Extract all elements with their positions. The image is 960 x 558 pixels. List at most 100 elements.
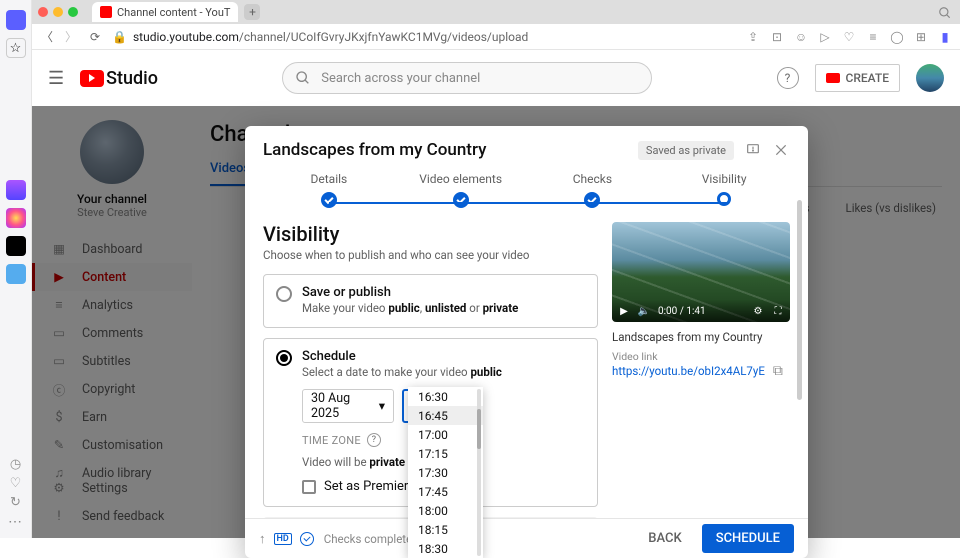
new-tab-button[interactable]: + bbox=[244, 4, 260, 20]
os-heart-icon[interactable]: ♡ bbox=[10, 476, 22, 491]
time-option[interactable]: 18:15 bbox=[408, 520, 483, 539]
time-option[interactable]: 18:00 bbox=[408, 501, 483, 520]
heart-icon[interactable]: ♡ bbox=[842, 30, 856, 44]
profile-icon[interactable]: ◯ bbox=[890, 30, 904, 44]
feedback-icon[interactable] bbox=[744, 141, 762, 159]
stepper: Details Video elements Checks Visibility bbox=[245, 170, 808, 216]
hd-badge: HD bbox=[274, 533, 292, 545]
camera-icon[interactable]: ⊡ bbox=[770, 30, 784, 44]
time-option[interactable]: 17:00 bbox=[408, 425, 483, 444]
smile-icon[interactable]: ☺ bbox=[794, 30, 808, 44]
url-host: studio.youtube.com bbox=[133, 30, 239, 44]
save-publish-title: Save or publish bbox=[302, 285, 518, 300]
modal-title: Landscapes from my Country bbox=[263, 140, 628, 160]
app-menu-icon[interactable]: ▮ bbox=[938, 30, 952, 44]
studio-logo[interactable]: Studio bbox=[80, 68, 158, 89]
search-icon bbox=[295, 70, 311, 86]
video-time: 0:00 / 1:41 bbox=[658, 306, 706, 317]
modal-scrollbar[interactable] bbox=[797, 200, 802, 520]
preview-title: Landscapes from my Country bbox=[612, 330, 790, 344]
time-option[interactable]: 18:30 bbox=[408, 539, 483, 558]
lock-icon: 🔒 bbox=[112, 30, 127, 44]
timezone-label: TIME ZONE bbox=[302, 434, 361, 447]
saved-badge: Saved as private bbox=[638, 141, 734, 160]
premiere-checkbox[interactable] bbox=[302, 480, 316, 494]
youtube-favicon bbox=[100, 6, 112, 18]
time-option[interactable]: 17:45 bbox=[408, 482, 483, 501]
upload-modal: Landscapes from my Country Saved as priv… bbox=[245, 126, 808, 558]
browser-toolbar: 〈 〉 ⟳ 🔒 studio.youtube.com/channel/UCoIf… bbox=[32, 24, 960, 50]
back-icon[interactable]: 〈 bbox=[40, 30, 54, 44]
record-icon bbox=[826, 73, 840, 83]
os-bookmark[interactable]: ☆ bbox=[6, 38, 26, 58]
schedule-button[interactable]: SCHEDULE bbox=[702, 524, 794, 553]
user-avatar[interactable] bbox=[916, 64, 944, 92]
visibility-heading: Visibility bbox=[263, 222, 598, 246]
menu-lines-icon[interactable]: ≡ bbox=[866, 30, 880, 44]
forward-icon[interactable]: 〉 bbox=[64, 30, 78, 44]
hamburger-icon[interactable]: ☰ bbox=[48, 68, 64, 89]
date-picker[interactable]: 30 Aug 2025 ▾ bbox=[302, 389, 394, 423]
window-close[interactable] bbox=[38, 7, 48, 17]
chevron-down-icon: ▾ bbox=[379, 398, 385, 414]
play-icon[interactable]: ▷ bbox=[818, 30, 832, 44]
modal-footer: ↑ HD Checks complete. No issue BACK SCHE… bbox=[245, 518, 808, 558]
timezone-help-icon[interactable]: ? bbox=[367, 433, 381, 447]
radio-save-publish[interactable] bbox=[276, 286, 292, 302]
video-link-label: Video link bbox=[612, 350, 790, 363]
close-icon[interactable] bbox=[772, 141, 790, 159]
os-clock-icon[interactable]: ↻ bbox=[10, 495, 21, 510]
youtube-icon bbox=[80, 70, 104, 87]
url-bar[interactable]: 🔒 studio.youtube.com/channel/UCoIfGvryJK… bbox=[112, 30, 736, 44]
os-app-1[interactable] bbox=[6, 10, 26, 30]
tab-title: Channel content - YouT bbox=[117, 6, 230, 19]
video-preview[interactable]: ▶ 🔈 0:00 / 1:41 ⚙ ⛶ bbox=[612, 222, 790, 322]
time-option[interactable]: 16:45 bbox=[408, 406, 483, 425]
search-input[interactable]: Search across your channel bbox=[282, 62, 652, 94]
help-icon[interactable]: ? bbox=[777, 67, 799, 89]
dropdown-scrollbar[interactable] bbox=[477, 389, 481, 556]
os-sidebar: ☆ ◷ ♡ ↻ ⋯ bbox=[0, 0, 32, 538]
save-publish-sub: Make your video public, unlisted or priv… bbox=[302, 301, 518, 315]
settings-gear-icon[interactable]: ⚙ bbox=[752, 305, 764, 317]
premiere-label: Set as Premiere bbox=[324, 479, 415, 494]
radio-schedule[interactable] bbox=[276, 350, 292, 366]
tabbar-search-icon[interactable] bbox=[936, 4, 954, 22]
search-placeholder: Search across your channel bbox=[321, 71, 480, 86]
os-more-icon[interactable]: ⋯ bbox=[8, 514, 23, 530]
logo-text: Studio bbox=[106, 68, 158, 89]
back-button[interactable]: BACK bbox=[638, 525, 691, 552]
date-value: 30 Aug 2025 bbox=[311, 391, 379, 421]
play-icon[interactable]: ▶ bbox=[618, 305, 630, 317]
upload-done-icon: ↑ bbox=[259, 531, 266, 547]
os-app-instagram[interactable] bbox=[6, 208, 26, 228]
reload-icon[interactable]: ⟳ bbox=[88, 30, 102, 44]
time-dropdown[interactable]: 16:30 16:45 17:00 17:15 17:30 17:45 18:0… bbox=[408, 387, 483, 558]
create-label: CREATE bbox=[846, 71, 889, 85]
extensions-icon[interactable]: ⊞ bbox=[914, 30, 928, 44]
time-option[interactable]: 17:30 bbox=[408, 463, 483, 482]
window-zoom[interactable] bbox=[68, 7, 78, 17]
os-history-icon[interactable]: ◷ bbox=[10, 457, 21, 472]
save-or-publish-option[interactable]: Save or publish Make your video public, … bbox=[263, 274, 598, 328]
os-app-a[interactable] bbox=[6, 180, 26, 200]
time-option[interactable]: 16:30 bbox=[408, 387, 483, 406]
url-path: /channel/UCoIfGvryJKxjfnYawKC1MVg/videos… bbox=[239, 30, 528, 44]
visibility-sub: Choose when to publish and who can see y… bbox=[263, 248, 598, 262]
video-link[interactable]: https://youtu.be/obI2x4AL7yE bbox=[612, 364, 765, 378]
os-app-twitter[interactable] bbox=[6, 264, 26, 284]
browser-tab[interactable]: Channel content - YouT bbox=[92, 2, 238, 22]
copy-icon[interactable]: ⧉ bbox=[773, 363, 783, 379]
window-minimize[interactable] bbox=[53, 7, 63, 17]
time-option[interactable]: 17:15 bbox=[408, 444, 483, 463]
share-icon[interactable]: ⇪ bbox=[746, 30, 760, 44]
browser-tabbar: Channel content - YouT + bbox=[32, 0, 960, 24]
schedule-title: Schedule bbox=[302, 349, 502, 364]
app-header: ☰ Studio Search across your channel ? CR… bbox=[32, 50, 960, 106]
checks-ok-icon bbox=[300, 532, 314, 546]
mute-icon[interactable]: 🔈 bbox=[638, 305, 650, 317]
create-button[interactable]: CREATE bbox=[815, 64, 900, 92]
step-visibility[interactable]: Visibility bbox=[658, 172, 790, 206]
os-app-tiktok[interactable] bbox=[6, 236, 26, 256]
fullscreen-icon[interactable]: ⛶ bbox=[772, 305, 784, 317]
